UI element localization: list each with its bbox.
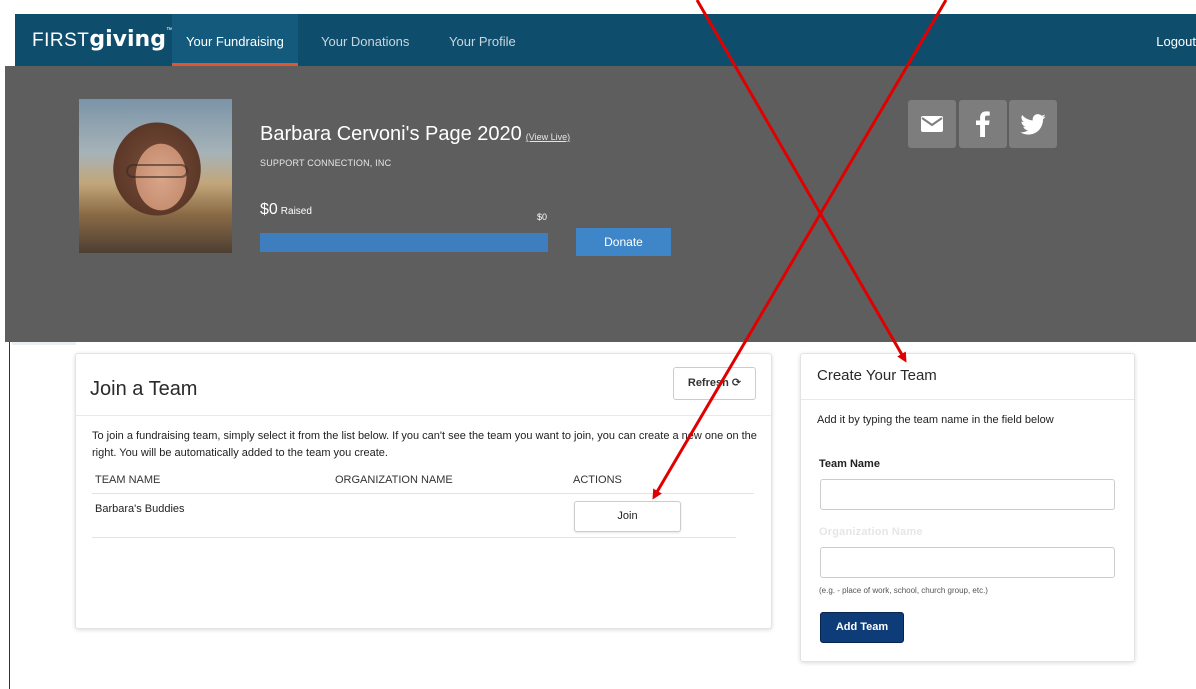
join-card-divider	[76, 415, 771, 416]
fundraising-progress-bar	[260, 233, 548, 252]
raised-value: $0	[260, 201, 278, 218]
team-name-field[interactable]	[820, 479, 1115, 510]
goal-amount: $0	[537, 212, 548, 222]
join-team-card: Join a Team Refresh ⟳ To join a fundrais…	[75, 353, 772, 629]
donate-button[interactable]: Donate	[576, 228, 671, 256]
add-team-button[interactable]: Add Team	[820, 612, 904, 643]
glasses-shape	[126, 164, 188, 178]
fundraising-header: Barbara Cervoni's Page 2020 (View Live) S…	[5, 66, 1196, 342]
create-team-title: Create Your Team	[817, 367, 937, 384]
refresh-icon: ⟳	[731, 377, 742, 389]
tab-your-fundraising[interactable]: Your Fundraising	[172, 14, 298, 66]
profile-photo	[79, 99, 232, 253]
logo-giving-text: giving	[89, 27, 166, 52]
organization-name: SUPPORT CONNECTION, INC	[260, 158, 392, 168]
refresh-button[interactable]: Refresh ⟳	[673, 367, 756, 400]
join-team-title: Join a Team	[90, 378, 198, 400]
team-name-cell: Barbara's Buddies	[95, 503, 185, 515]
logout-link[interactable]: Logout	[1156, 14, 1196, 66]
logo-first-text: FIRST	[32, 30, 90, 51]
join-team-description: To join a fundraising team, simply selec…	[92, 430, 757, 459]
join-button[interactable]: Join	[574, 501, 681, 532]
raised-label: Raised	[280, 206, 312, 217]
column-team-name: TEAM NAME	[95, 474, 161, 486]
view-live-link[interactable]: (View Live)	[526, 132, 570, 142]
tab-your-profile[interactable]: Your Profile	[435, 14, 530, 66]
team-table-header: TEAM NAME ORGANIZATION NAME ACTIONS	[92, 470, 754, 494]
tab-your-donations[interactable]: Your Donations	[307, 14, 423, 66]
page-title-text: Barbara Cervoni's Page 2020	[260, 123, 522, 145]
refresh-label: Refresh	[687, 377, 729, 389]
page-title: Barbara Cervoni's Page 2020 (View Live)	[260, 123, 570, 146]
raised-amount: $0 Raised	[260, 201, 312, 219]
organization-name-label: Organization Name	[819, 526, 923, 538]
top-nav: FIRSTgiving™ Your Fundraising Your Donat…	[15, 14, 1196, 66]
create-team-description: Add it by typing the team name in the fi…	[817, 414, 1054, 426]
twitter-share-button[interactable]	[1009, 100, 1057, 148]
organization-name-field[interactable]	[820, 547, 1115, 578]
create-team-card: Create Your Team Add it by typing the te…	[800, 353, 1135, 662]
email-share-button[interactable]	[908, 100, 956, 148]
left-border-line	[9, 342, 10, 689]
section-marker	[12, 342, 76, 345]
organization-hint: (e.g. - place of work, school, church gr…	[819, 586, 988, 595]
create-card-divider	[801, 399, 1134, 400]
table-row: Barbara's Buddies Join	[92, 495, 736, 538]
column-actions: ACTIONS	[573, 474, 622, 486]
twitter-icon	[1020, 113, 1046, 135]
email-icon	[921, 116, 943, 132]
facebook-icon	[976, 111, 990, 137]
column-organization-name: ORGANIZATION NAME	[335, 474, 453, 486]
firstgiving-logo[interactable]: FIRSTgiving™	[32, 27, 173, 52]
facebook-share-button[interactable]	[959, 100, 1007, 148]
team-name-label: Team Name	[819, 458, 880, 470]
